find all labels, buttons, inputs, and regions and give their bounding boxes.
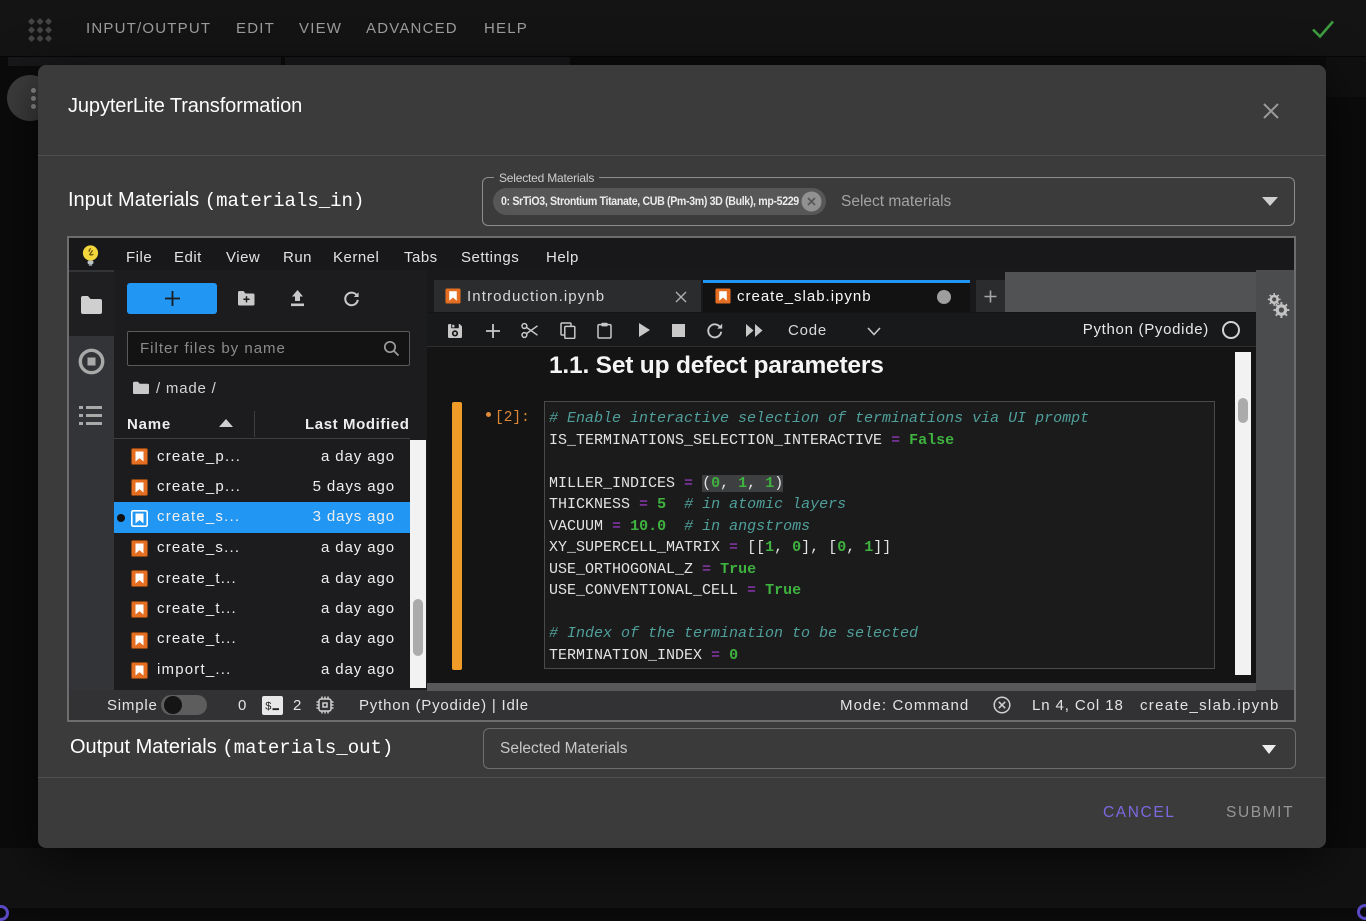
svg-text:$: $: [265, 702, 272, 714]
